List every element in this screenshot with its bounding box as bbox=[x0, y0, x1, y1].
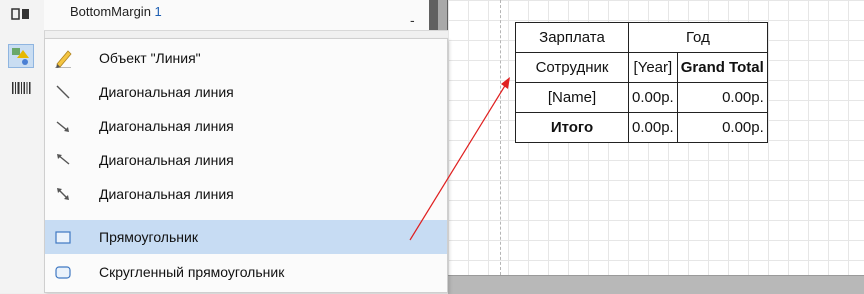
annotation-arrow bbox=[409, 77, 510, 241]
